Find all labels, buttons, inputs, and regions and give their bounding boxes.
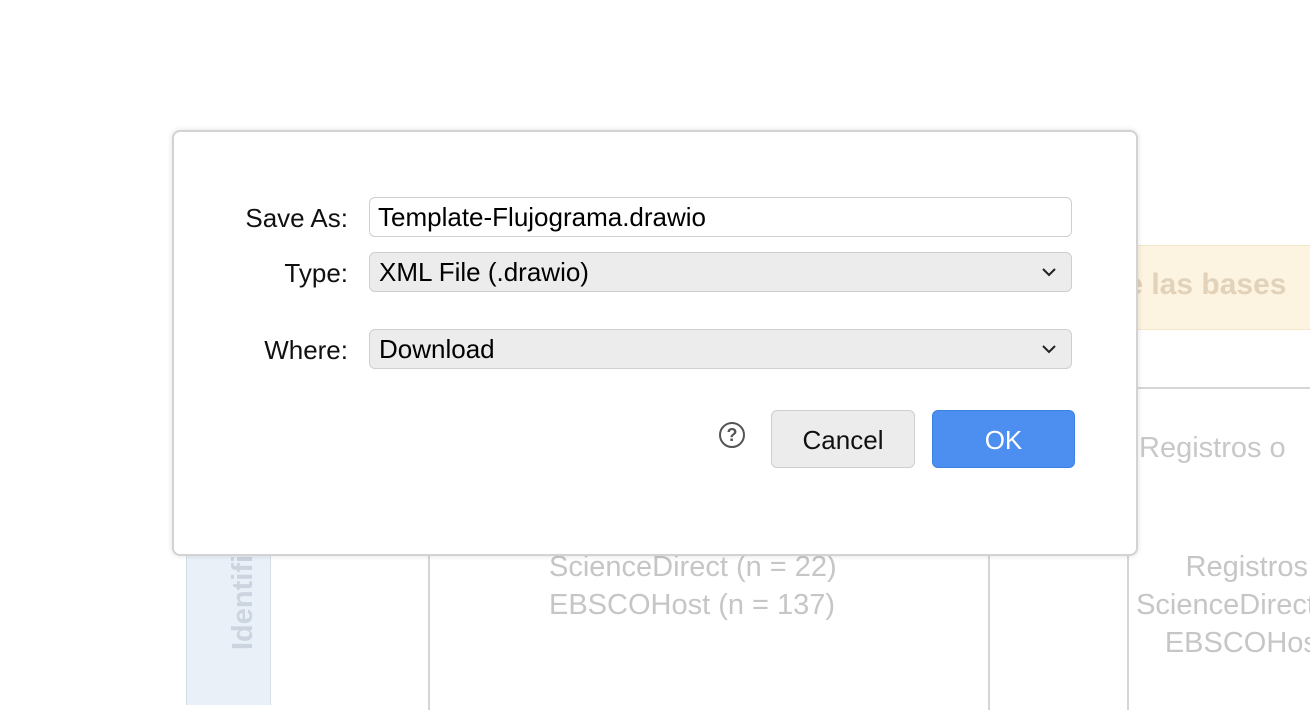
chevron-down-icon [1042,345,1056,354]
diagram-text-line: EBSCOHost [1164,627,1310,659]
diagram-vline [988,550,990,710]
diagram-vline [428,550,430,710]
ok-button[interactable]: OK [932,410,1075,468]
type-select[interactable]: XML File (.drawio) [369,252,1072,292]
diagram-right-text: Registros ScienceDirect EBSCOHost [1130,548,1310,668]
diagram-vline [1127,550,1129,710]
save-as-label: Save As: [245,203,348,233]
diagram-text-line: EBSCOHost (n = 137) [549,589,836,621]
help-icon[interactable]: ? [719,422,745,448]
filename-input[interactable] [369,197,1072,237]
save-as-row: Save As: [174,197,1136,239]
diagram-divider [1128,387,1310,389]
save-dialog: Save As: Type: XML File (.drawio) Where:… [172,130,1138,556]
type-row: Type: XML File (.drawio) [174,252,1136,294]
chevron-down-icon [1042,268,1056,277]
type-select-value: XML File (.drawio) [379,257,589,287]
cancel-button[interactable]: Cancel [771,410,915,468]
where-row: Where: Download [174,329,1136,371]
type-label: Type: [284,258,348,288]
diagram-text-line: ScienceDirect [1136,589,1310,621]
diagram-text-line: Registros [1185,551,1309,583]
where-select[interactable]: Download [369,329,1072,369]
where-label: Where: [264,335,348,365]
diagram-registros-label: Registros o [1139,432,1286,464]
where-select-value: Download [379,334,495,364]
